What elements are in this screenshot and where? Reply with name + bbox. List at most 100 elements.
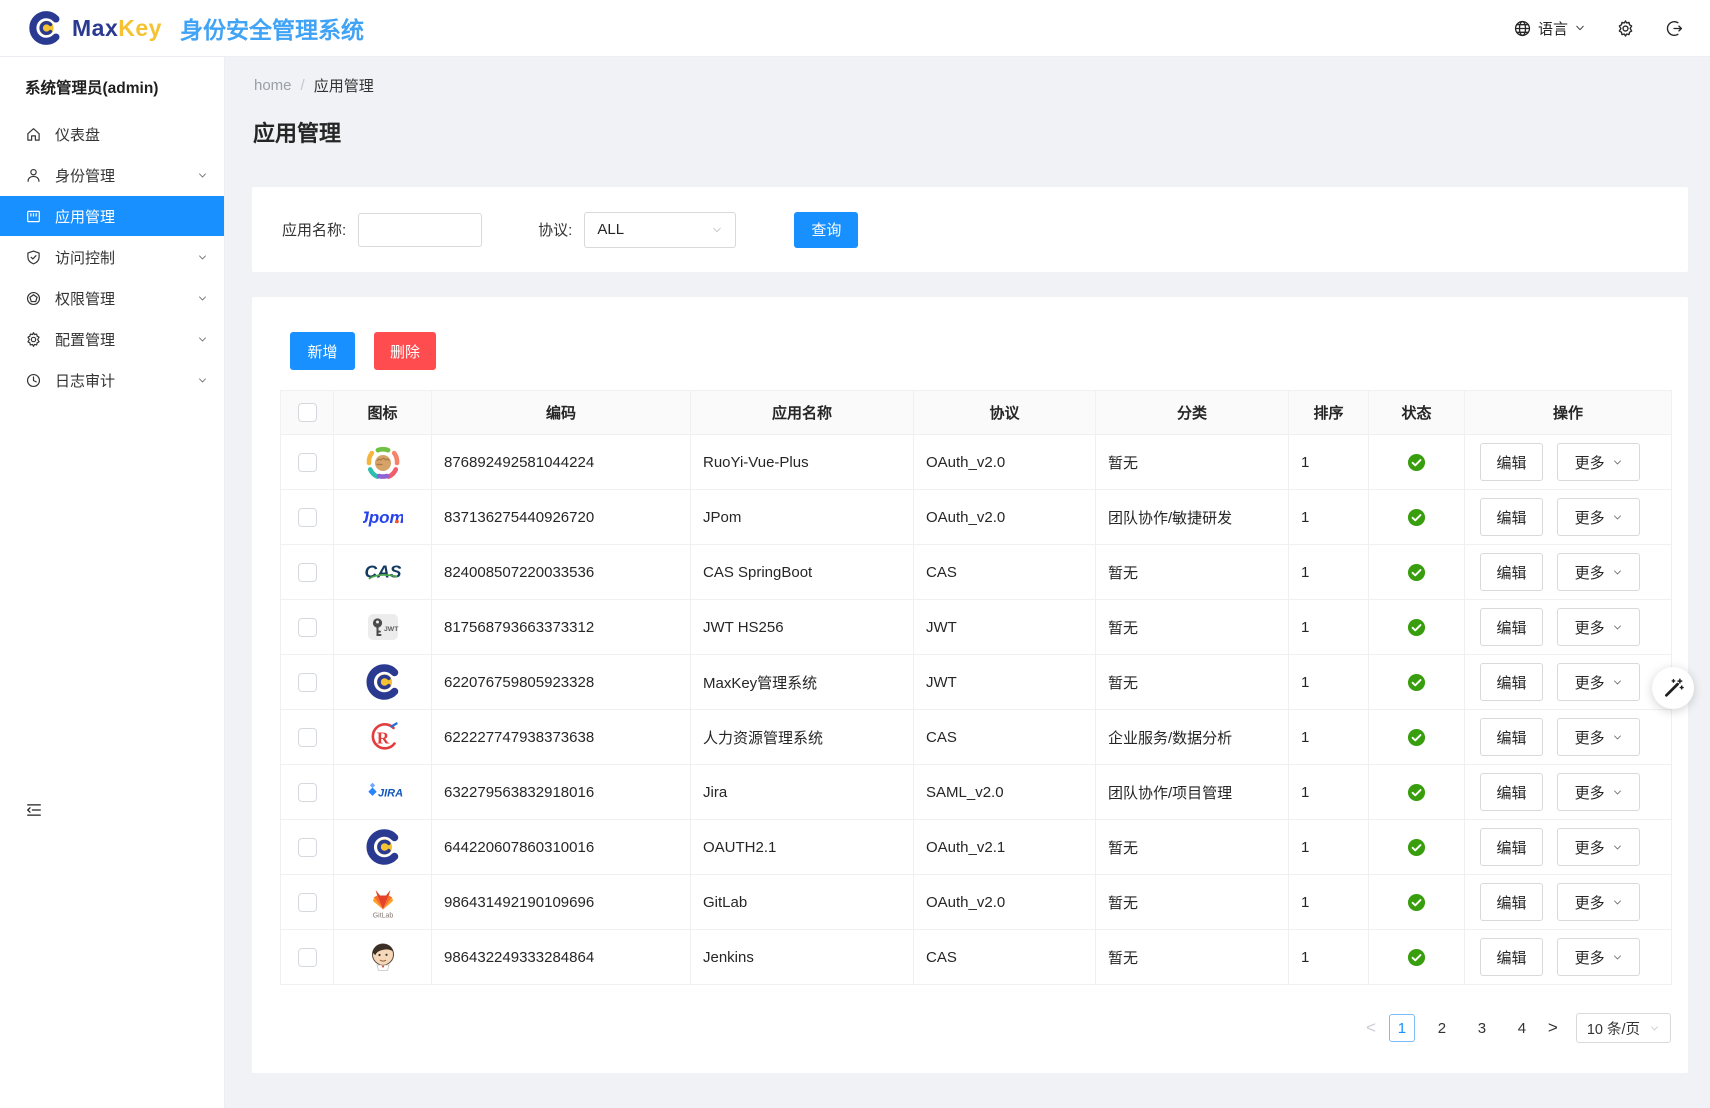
more-button[interactable]: 更多: [1557, 663, 1640, 701]
column-header: 协议: [914, 391, 1096, 435]
app-sort-cell: 1: [1289, 710, 1369, 765]
edit-button[interactable]: 编辑: [1480, 773, 1543, 811]
applications-table: 图标编码应用名称协议分类排序状态操作 876892492581044224 Ru…: [280, 390, 1672, 985]
sidebar-item-应用管理[interactable]: 应用管理: [0, 196, 224, 236]
page-number-3[interactable]: 3: [1469, 1014, 1495, 1042]
edit-button[interactable]: 编辑: [1480, 828, 1543, 866]
svg-text:GitLab: GitLab: [372, 913, 393, 920]
edit-button[interactable]: 编辑: [1480, 553, 1543, 591]
sidebar-item-label: 应用管理: [55, 206, 208, 227]
sidebar-item-访问控制[interactable]: 访问控制: [0, 237, 224, 277]
more-button[interactable]: 更多: [1557, 938, 1640, 976]
next-page-icon[interactable]: >: [1542, 1018, 1564, 1038]
search-button[interactable]: 查询: [794, 212, 858, 248]
app-protocol-cell: CAS: [914, 710, 1096, 765]
app-category-cell: 暂无: [1096, 600, 1289, 655]
app-sort-cell: 1: [1289, 655, 1369, 710]
row-checkbox[interactable]: [298, 563, 317, 582]
sidebar-item-配置管理[interactable]: 配置管理: [0, 319, 224, 359]
audit-icon: [25, 372, 42, 389]
more-button[interactable]: 更多: [1557, 773, 1640, 811]
breadcrumb-home[interactable]: home: [254, 77, 292, 94]
sidebar-item-日志审计[interactable]: 日志审计: [0, 360, 224, 400]
edit-button[interactable]: 编辑: [1480, 938, 1543, 976]
more-button-label: 更多: [1575, 727, 1605, 748]
row-checkbox[interactable]: [298, 948, 317, 967]
search-panel: 应用名称: 协议: ALL 查询: [252, 187, 1688, 272]
table-row: 876892492581044224 RuoYi-Vue-Plus OAuth_…: [281, 435, 1672, 490]
identity-icon: [25, 167, 42, 184]
delete-button[interactable]: 删除: [374, 332, 436, 370]
logout-icon[interactable]: [1665, 19, 1684, 38]
row-checkbox[interactable]: [298, 618, 317, 637]
edit-button[interactable]: 编辑: [1480, 498, 1543, 536]
protocol-select[interactable]: ALL: [584, 212, 736, 248]
row-checkbox[interactable]: [298, 783, 317, 802]
sidebar-item-label: 身份管理: [55, 165, 197, 186]
row-checkbox[interactable]: [298, 453, 317, 472]
globe-icon: [1513, 19, 1532, 38]
app-code-cell: 644220607860310016: [432, 820, 691, 875]
chevron-down-icon: [1612, 952, 1623, 963]
table-row: GitLab 986431492190109696 GitLab OAuth_v…: [281, 875, 1672, 930]
row-checkbox[interactable]: [298, 893, 317, 912]
more-button[interactable]: 更多: [1557, 828, 1640, 866]
brand-name: MaxKey: [72, 15, 162, 42]
chevron-down-icon: [1612, 567, 1623, 578]
settings-gear-icon[interactable]: [1616, 19, 1635, 38]
page-size-value: 10 条/页: [1587, 1018, 1640, 1039]
chevron-down-icon: [197, 252, 208, 263]
row-checkbox[interactable]: [298, 728, 317, 747]
app-code-cell: 817568793663373312: [432, 600, 691, 655]
app-name-input[interactable]: [358, 213, 482, 247]
more-button[interactable]: 更多: [1557, 443, 1640, 481]
page-number-2[interactable]: 2: [1429, 1014, 1455, 1042]
theme-tool-button[interactable]: [1652, 667, 1694, 709]
more-button[interactable]: 更多: [1557, 608, 1640, 646]
more-button[interactable]: 更多: [1557, 883, 1640, 921]
language-switcher[interactable]: 语言: [1513, 18, 1586, 39]
edit-button[interactable]: 编辑: [1480, 663, 1543, 701]
more-button[interactable]: 更多: [1557, 718, 1640, 756]
sidebar-item-身份管理[interactable]: 身份管理: [0, 155, 224, 195]
prev-page-icon[interactable]: <: [1360, 1018, 1382, 1038]
edit-button[interactable]: 编辑: [1480, 883, 1543, 921]
maxkey-admin-app: MaxKey 身份安全管理系统 语言 系统管理员(admin) 仪表盘 身份管理…: [0, 0, 1710, 1108]
row-checkbox[interactable]: [298, 673, 317, 692]
app-sort-cell: 1: [1289, 435, 1369, 490]
page-size-select[interactable]: 10 条/页: [1576, 1013, 1671, 1043]
add-button[interactable]: 新增: [290, 332, 355, 370]
status-enabled-icon: [1407, 728, 1426, 747]
more-button[interactable]: 更多: [1557, 553, 1640, 591]
app-protocol-cell: JWT: [914, 655, 1096, 710]
app-name-cell: MaxKey管理系统: [691, 655, 914, 710]
column-header: 编码: [432, 391, 691, 435]
row-checkbox[interactable]: [298, 508, 317, 527]
more-button-label: 更多: [1575, 452, 1605, 473]
app-code-cell: 837136275440926720: [432, 490, 691, 545]
app-name-label: 应用名称:: [282, 219, 346, 240]
svg-text:JIRA: JIRA: [378, 788, 403, 800]
menu-fold-icon[interactable]: [25, 801, 43, 819]
edit-button[interactable]: 编辑: [1480, 718, 1543, 756]
page-number-1[interactable]: 1: [1389, 1014, 1415, 1042]
more-button-label: 更多: [1575, 562, 1605, 583]
gitlab-logo: GitLab: [363, 882, 403, 922]
main-content: home / 应用管理 应用管理 应用名称: 协议: ALL 查询 新增 删除: [225, 57, 1710, 1108]
more-button[interactable]: 更多: [1557, 498, 1640, 536]
svg-text:R: R: [376, 729, 389, 748]
row-checkbox[interactable]: [298, 838, 317, 857]
sidebar-item-权限管理[interactable]: 权限管理: [0, 278, 224, 318]
app-category-cell: 团队协作/项目管理: [1096, 765, 1289, 820]
config-icon: [25, 331, 42, 348]
current-user-label: 系统管理员(admin): [0, 57, 224, 112]
jwt-logo: JWT: [363, 607, 403, 647]
sidebar-menu: 仪表盘 身份管理 应用管理 访问控制 权限管理 配置管理 日志审计: [0, 114, 224, 400]
select-all-checkbox[interactable]: [298, 403, 317, 422]
dashboard-icon: [25, 126, 42, 143]
edit-button[interactable]: 编辑: [1480, 608, 1543, 646]
app-code-cell: 622227747938373638: [432, 710, 691, 765]
page-number-4[interactable]: 4: [1509, 1014, 1535, 1042]
edit-button[interactable]: 编辑: [1480, 443, 1543, 481]
sidebar-item-仪表盘[interactable]: 仪表盘: [0, 114, 224, 154]
